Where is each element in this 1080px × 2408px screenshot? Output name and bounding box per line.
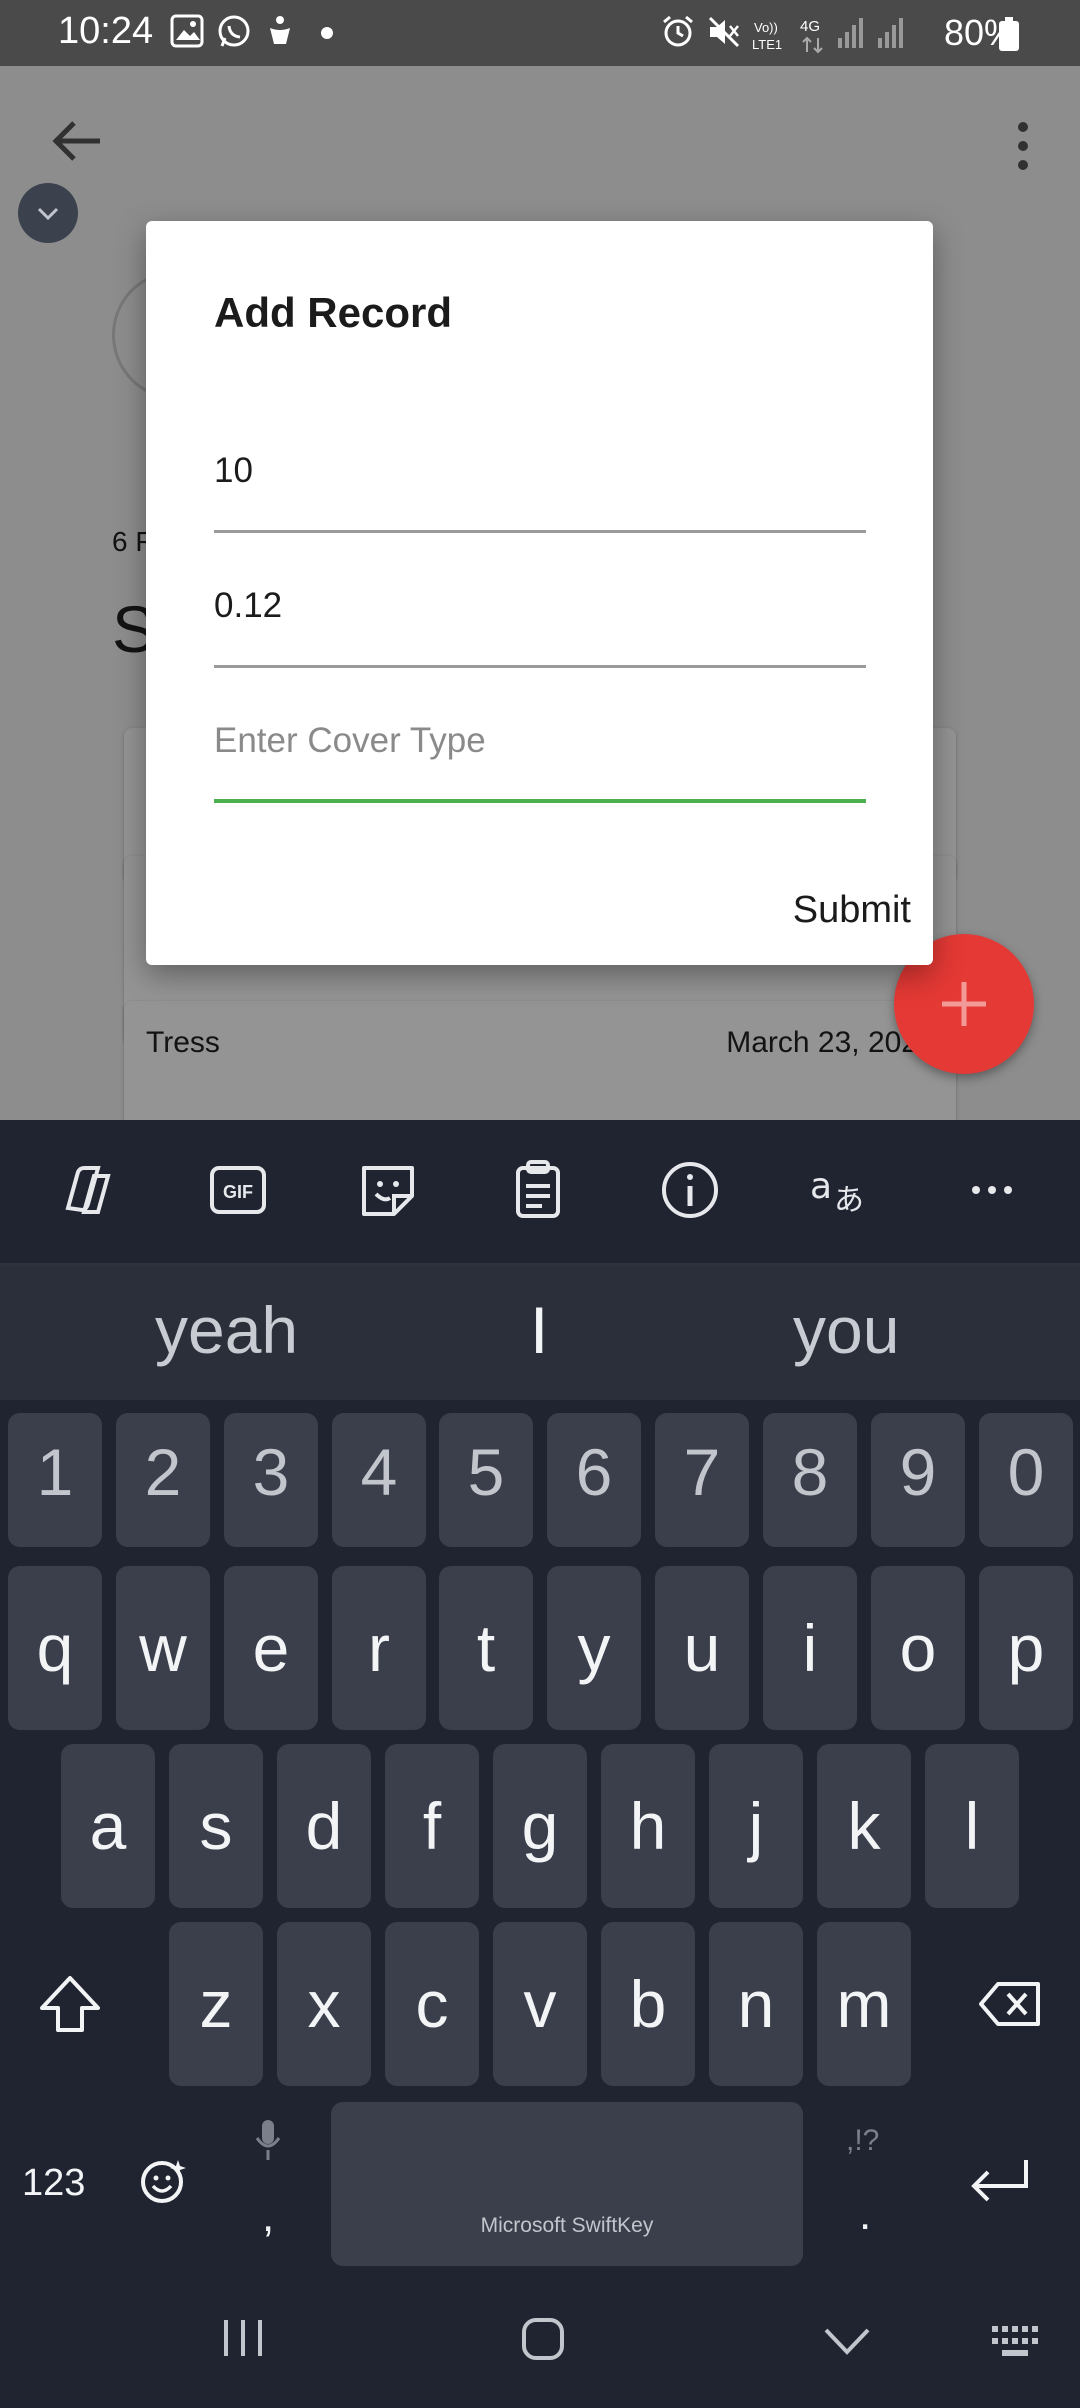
period-key[interactable]: . (859, 2190, 871, 2240)
copilot-icon[interactable] (54, 1158, 118, 1222)
dialog-title: Add Record (214, 289, 453, 336)
plus-icon (942, 982, 986, 1026)
key-n[interactable]: n (709, 1922, 803, 2086)
space-bar[interactable] (331, 2102, 803, 2266)
comma-key[interactable]: , (262, 2192, 274, 2242)
key-6[interactable]: 6 (547, 1413, 641, 1547)
svg-text:GIF: GIF (223, 1182, 253, 1202)
key-t[interactable]: t (439, 1566, 533, 1730)
key-g[interactable]: g (493, 1744, 587, 1908)
keyboard-toolbar: GIF aあ (0, 1120, 1080, 1263)
key-d[interactable]: d (277, 1744, 371, 1908)
more-icon[interactable] (960, 1158, 1024, 1222)
key-2[interactable]: 2 (116, 1413, 210, 1547)
value-input[interactable] (214, 451, 866, 491)
battery-icon (999, 17, 1019, 51)
volte-icon: Vo)) LTE1 (752, 20, 782, 52)
space-bar-label: Microsoft SwiftKey (480, 2214, 654, 2237)
key-3[interactable]: 3 (224, 1413, 318, 1547)
key-f[interactable]: f (385, 1744, 479, 1908)
cover-type-input[interactable] (214, 721, 866, 761)
dot-icon (321, 27, 333, 39)
key-b[interactable]: b (601, 1922, 695, 2086)
4g-icon: 4G (800, 18, 823, 54)
key-9[interactable]: 9 (871, 1413, 965, 1547)
key-r[interactable]: r (332, 1566, 426, 1730)
gallery-icon (170, 14, 204, 48)
key-l[interactable]: l (925, 1744, 1019, 1908)
hide-keyboard-icon[interactable] (822, 2326, 872, 2356)
key-c[interactable]: c (385, 1922, 479, 2086)
numbers-key[interactable]: 123 (22, 2162, 85, 2205)
svg-text:Vo)): Vo)) (754, 20, 778, 35)
mute-icon (708, 16, 740, 48)
key-e[interactable]: e (224, 1566, 318, 1730)
key-i[interactable]: i (763, 1566, 857, 1730)
submit-button[interactable]: Submit (793, 889, 911, 932)
svg-text:あ: あ (834, 1183, 864, 1218)
punctuation-hint: ,!? (846, 2124, 880, 2157)
svg-text:LTE1: LTE1 (752, 37, 782, 52)
key-m[interactable]: m (817, 1922, 911, 2086)
key-1[interactable]: 1 (8, 1413, 102, 1547)
key-o[interactable]: o (871, 1566, 965, 1730)
signal-icon (878, 18, 903, 48)
key-v[interactable]: v (493, 1922, 587, 2086)
key-u[interactable]: u (655, 1566, 749, 1730)
recent-apps-icon[interactable] (220, 2316, 266, 2360)
clipboard-icon[interactable] (506, 1158, 570, 1222)
key-a[interactable]: a (61, 1744, 155, 1908)
rate-input[interactable] (214, 586, 866, 626)
gif-icon[interactable]: GIF (206, 1158, 270, 1222)
microphone-icon[interactable] (254, 2118, 282, 2162)
svg-text:a: a (810, 1166, 832, 1207)
key-x[interactable]: x (277, 1922, 371, 2086)
add-record-dialog: Add Record Submit (146, 221, 933, 965)
enter-icon[interactable] (968, 2156, 1032, 2206)
key-4[interactable]: 4 (332, 1413, 426, 1547)
key-s[interactable]: s (169, 1744, 263, 1908)
key-j[interactable]: j (709, 1744, 803, 1908)
key-8[interactable]: 8 (763, 1413, 857, 1547)
navigation-bar (0, 2288, 1080, 2408)
signal-icon (838, 18, 863, 48)
key-z[interactable]: z (169, 1922, 263, 2086)
chevron-down-icon (37, 207, 59, 221)
alarm-icon (663, 15, 693, 47)
key-0[interactable]: 0 (979, 1413, 1073, 1547)
key-k[interactable]: k (817, 1744, 911, 1908)
status-time: 10:24 (58, 10, 154, 52)
sticker-icon[interactable] (356, 1158, 420, 1222)
keyboard-switch-icon[interactable] (990, 2324, 1046, 2358)
whatsapp-icon (218, 15, 250, 47)
key-h[interactable]: h (601, 1744, 695, 1908)
shift-icon[interactable] (36, 1972, 104, 2036)
svg-text:4G: 4G (800, 18, 820, 35)
translate-icon[interactable]: aあ (808, 1158, 872, 1222)
key-y[interactable]: y (547, 1566, 641, 1730)
key-q[interactable]: q (8, 1566, 102, 1730)
rate-field[interactable] (214, 568, 866, 668)
cover-type-field[interactable] (214, 703, 866, 803)
key-7[interactable]: 7 (655, 1413, 749, 1547)
emoji-icon[interactable] (138, 2156, 188, 2206)
backspace-icon[interactable] (978, 1980, 1042, 2028)
key-5[interactable]: 5 (439, 1413, 533, 1547)
suggestion-3[interactable]: you (793, 1292, 899, 1368)
status-bar: 10:24 Vo)) LTE1 4G 80% (0, 0, 1080, 66)
home-icon[interactable] (520, 2316, 566, 2362)
key-w[interactable]: w (116, 1566, 210, 1730)
suggestion-2[interactable]: I (530, 1292, 548, 1368)
info-icon[interactable] (658, 1158, 722, 1222)
suggestion-1[interactable]: yeah (155, 1292, 298, 1368)
accessibility-icon (270, 16, 290, 44)
value-field[interactable] (214, 433, 866, 533)
key-p[interactable]: p (979, 1566, 1073, 1730)
